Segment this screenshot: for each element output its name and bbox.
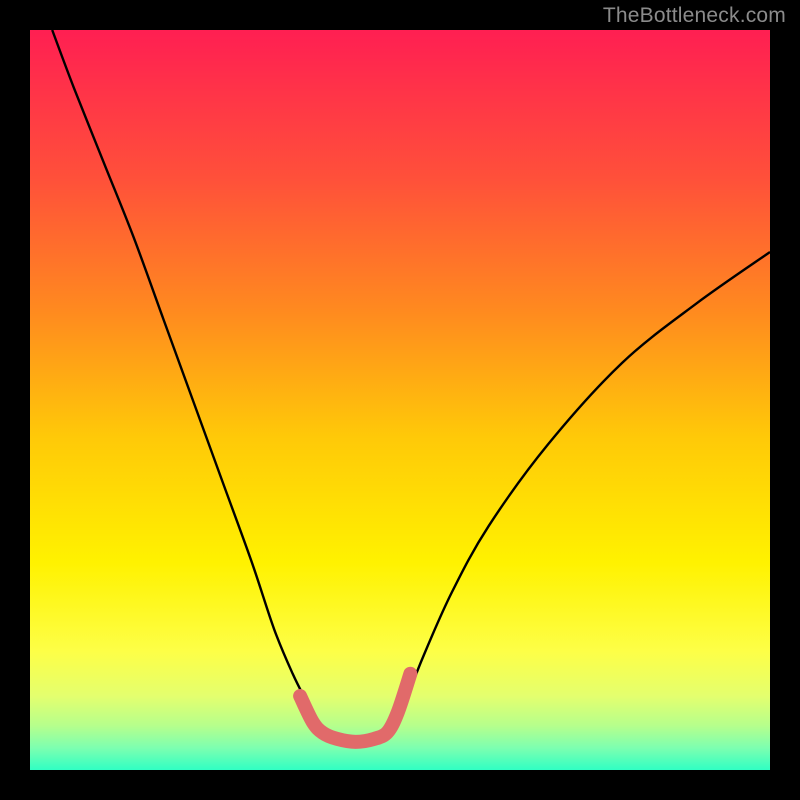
watermark-text: TheBottleneck.com bbox=[603, 4, 786, 28]
chart-stage: TheBottleneck.com bbox=[0, 0, 800, 800]
plot-background bbox=[30, 30, 770, 770]
bottleneck-chart bbox=[0, 0, 800, 800]
